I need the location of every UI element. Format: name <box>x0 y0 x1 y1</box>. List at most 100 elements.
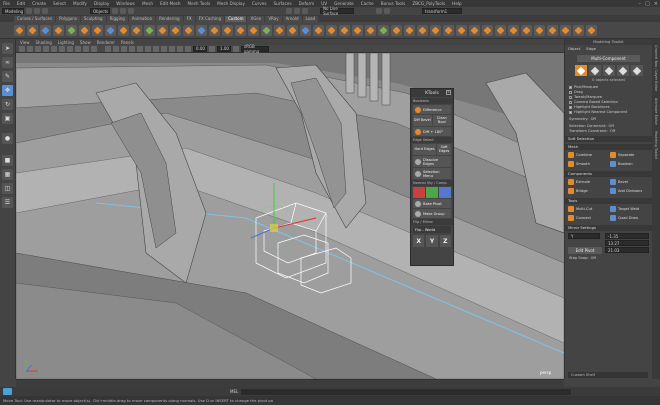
shelf-tool-icon[interactable] <box>300 24 311 36</box>
close-icon[interactable]: × <box>446 90 451 95</box>
shelf-tool-icon[interactable] <box>222 24 233 36</box>
shelf-tool-icon[interactable] <box>430 24 441 36</box>
open-scene-icon[interactable] <box>34 8 40 14</box>
shelf-tool-icon[interactable] <box>404 24 415 36</box>
mirror-axis-dropdown[interactable]: Y <box>568 233 600 239</box>
live-surface-field[interactable]: No Live Surface <box>320 6 354 16</box>
ktools-titlebar[interactable]: KTools × <box>411 89 453 97</box>
wire-on-shaded-icon[interactable] <box>121 45 127 52</box>
ipr-render-icon[interactable] <box>384 8 390 14</box>
vertex-mode-icon[interactable] <box>588 65 601 76</box>
extrude-button[interactable]: Extrude <box>568 178 607 186</box>
side-tab-modeling-toolkit[interactable]: Modeling Toolkit <box>654 131 658 159</box>
single-view-icon[interactable]: ■ <box>2 155 13 166</box>
mirror-field-y[interactable]: 13.27 <box>605 240 649 246</box>
multi-cut-button[interactable]: Multi-Cut <box>568 205 607 213</box>
select-object-icon[interactable] <box>120 8 126 14</box>
shelf-tool-icon[interactable] <box>573 24 584 36</box>
menu-surfaces[interactable]: Surfaces <box>274 1 292 6</box>
shelf-tool-icon[interactable] <box>183 24 194 36</box>
resolution-gate-icon[interactable] <box>67 45 73 52</box>
shelf-tool-icon[interactable] <box>118 24 129 36</box>
snap-grid-icon[interactable] <box>286 8 292 14</box>
shelf-tool-icon[interactable] <box>287 24 298 36</box>
save-scene-icon[interactable] <box>42 8 48 14</box>
shelf-tool-icon[interactable] <box>313 24 324 36</box>
shelf-tool-icon[interactable] <box>482 24 493 36</box>
shelf-tool-icon[interactable] <box>235 24 246 36</box>
checkbox-icon[interactable] <box>569 96 572 99</box>
symmetry-value[interactable]: Off <box>591 117 596 122</box>
shelf-tool-icon[interactable] <box>326 24 337 36</box>
object-mode-icon[interactable] <box>574 65 587 76</box>
checkbox-icon[interactable] <box>569 111 572 114</box>
checkbox-icon[interactable] <box>569 101 572 104</box>
bookmark-icon[interactable] <box>35 45 41 52</box>
transform-constraint-row[interactable]: Transform Constraint: Off <box>565 129 652 134</box>
minimize-icon[interactable]: – <box>639 1 642 7</box>
panel-tab-edge[interactable]: Edge <box>586 46 596 51</box>
shelf-tool-icon[interactable] <box>157 24 168 36</box>
viewport-menu-panels[interactable]: Panels <box>121 40 134 45</box>
shelf-tool-icon[interactable] <box>443 24 454 36</box>
gate-mask-icon[interactable] <box>75 45 81 52</box>
selection-menu-button[interactable]: Selection Menu <box>413 168 451 179</box>
shelf-tool-icon[interactable] <box>14 24 25 36</box>
flip-mode-dropdown[interactable]: Flip - World <box>413 226 451 233</box>
option-highlight-nearest-component[interactable]: Highlight Nearest Component <box>565 110 652 115</box>
maximize-icon[interactable]: □ <box>645 1 650 7</box>
shelf-tool-icon[interactable] <box>40 24 51 36</box>
step-snap-row[interactable]: Step Snap: Off <box>565 256 652 261</box>
menu-help[interactable]: Help <box>452 1 462 6</box>
select-tool-icon[interactable]: ➤ <box>2 43 13 54</box>
diff-180-button[interactable]: Diff + 180° <box>413 127 451 136</box>
flip-x-button[interactable]: X <box>413 235 425 247</box>
transform-constraint-value[interactable]: Off <box>610 129 615 134</box>
aa-icon[interactable] <box>169 45 175 52</box>
layout-icon[interactable]: ◫ <box>2 183 13 194</box>
viewport-menu-show[interactable]: Show <box>80 40 91 45</box>
connect-button[interactable]: Connect <box>568 214 607 222</box>
isolate-icon[interactable] <box>177 45 183 52</box>
shelf-tool-icon[interactable] <box>456 24 467 36</box>
menu-create[interactable]: Create <box>32 1 46 6</box>
shelf-tool-icon[interactable] <box>196 24 207 36</box>
render-icon[interactable] <box>376 8 382 14</box>
shelf-tool-icon[interactable] <box>170 24 181 36</box>
shelf-tool-icon[interactable] <box>131 24 142 36</box>
menu-mesh[interactable]: Mesh <box>142 1 153 6</box>
colorspace-dropdown[interactable]: sRGB gamma <box>241 44 269 54</box>
edit-pivot-button[interactable]: Edit Pivot <box>568 247 602 254</box>
shelf-tool-icon[interactable] <box>521 24 532 36</box>
face-mode-icon[interactable] <box>616 65 629 76</box>
shelf-tool-icon[interactable] <box>92 24 103 36</box>
lasso-tool-icon[interactable]: ∞ <box>2 57 13 68</box>
wireframe-icon[interactable] <box>105 45 111 52</box>
difference-button[interactable]: Difference <box>413 105 451 114</box>
snap-point-icon[interactable] <box>302 8 308 14</box>
ao-icon[interactable] <box>153 45 159 52</box>
camera-attr-icon[interactable] <box>27 45 33 52</box>
new-scene-icon[interactable] <box>26 8 32 14</box>
shelf-tool-icon[interactable] <box>365 24 376 36</box>
film-gate-icon[interactable] <box>59 45 65 52</box>
four-view-icon[interactable]: ▦ <box>2 169 13 180</box>
quad-draw-button[interactable]: Quad Draw <box>610 214 649 222</box>
menu-windows[interactable]: Windows <box>116 1 135 6</box>
boolean-button[interactable]: Boolean <box>610 160 649 168</box>
shelf-tool-icon[interactable] <box>586 24 597 36</box>
snap-curve-icon[interactable] <box>294 8 300 14</box>
clean-bool-button[interactable]: Clean Bool <box>432 115 451 126</box>
flip-z-button[interactable]: Z <box>439 235 451 247</box>
shelf-tool-icon[interactable] <box>27 24 38 36</box>
shelf-tool-icon[interactable] <box>66 24 77 36</box>
outliner-icon[interactable]: ☰ <box>2 197 13 208</box>
dissolve-edges-button[interactable]: Dissolve Edges <box>413 156 451 167</box>
edge-mode-icon[interactable] <box>602 65 615 76</box>
blue-qty-button[interactable] <box>439 187 451 198</box>
grid-icon[interactable] <box>51 45 57 52</box>
checkbox-icon[interactable] <box>569 106 572 109</box>
menu-curves[interactable]: Curves <box>252 1 267 6</box>
checkbox-icon[interactable] <box>569 86 572 89</box>
motion-blur-icon[interactable] <box>161 45 167 52</box>
